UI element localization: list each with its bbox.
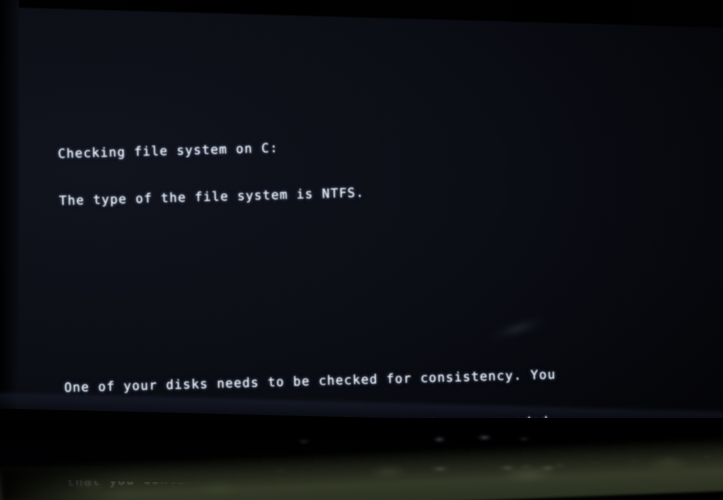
key-highlight	[432, 436, 447, 443]
key-highlight	[476, 434, 493, 441]
monitor-left-bezel-edge	[0, 0, 19, 430]
console-line-filesystem-type: The type of the file system is NTFS.	[58, 184, 365, 209]
console-line-warning-1: One of your disks needs to be checked fo…	[64, 366, 557, 396]
console-blank-line-1	[61, 271, 631, 302]
console-block-header: Checking file system on C: The type of t…	[57, 100, 630, 240]
desk-left-shadow	[0, 470, 120, 500]
key-highlight	[516, 436, 532, 442]
monitor-photo-scene: Checking file system on C: The type of t…	[0, 0, 723, 500]
key-highlight	[296, 438, 312, 445]
console-line-checking-filesystem: Checking file system on C:	[57, 140, 279, 162]
